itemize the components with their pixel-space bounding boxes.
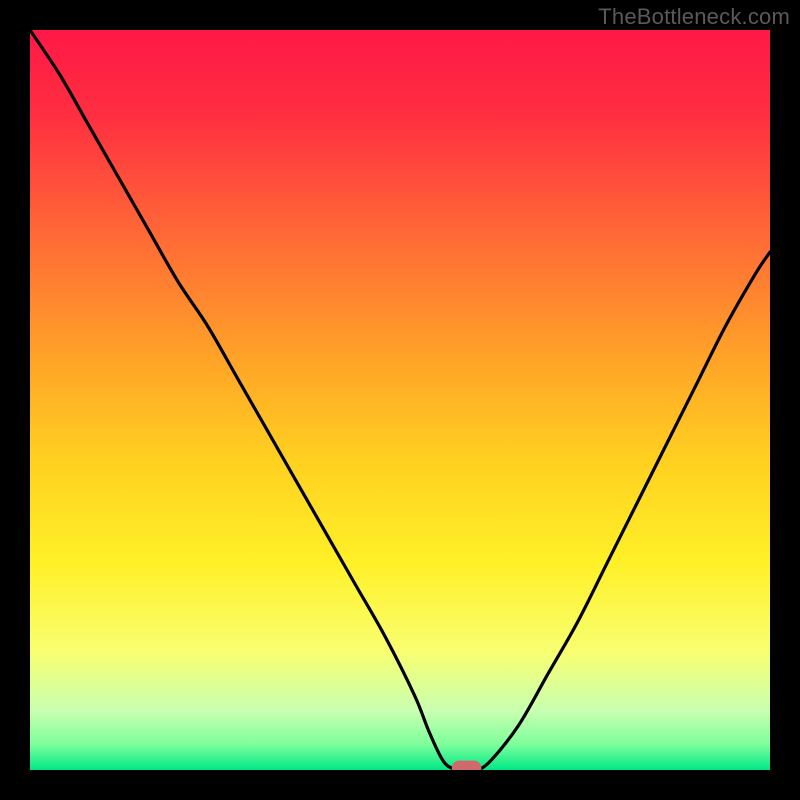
bottleneck-curve xyxy=(30,30,770,770)
minimum-marker xyxy=(452,761,482,770)
plot-area xyxy=(30,30,770,770)
chart-frame: TheBottleneck.com xyxy=(0,0,800,800)
watermark-text: TheBottleneck.com xyxy=(598,4,790,30)
